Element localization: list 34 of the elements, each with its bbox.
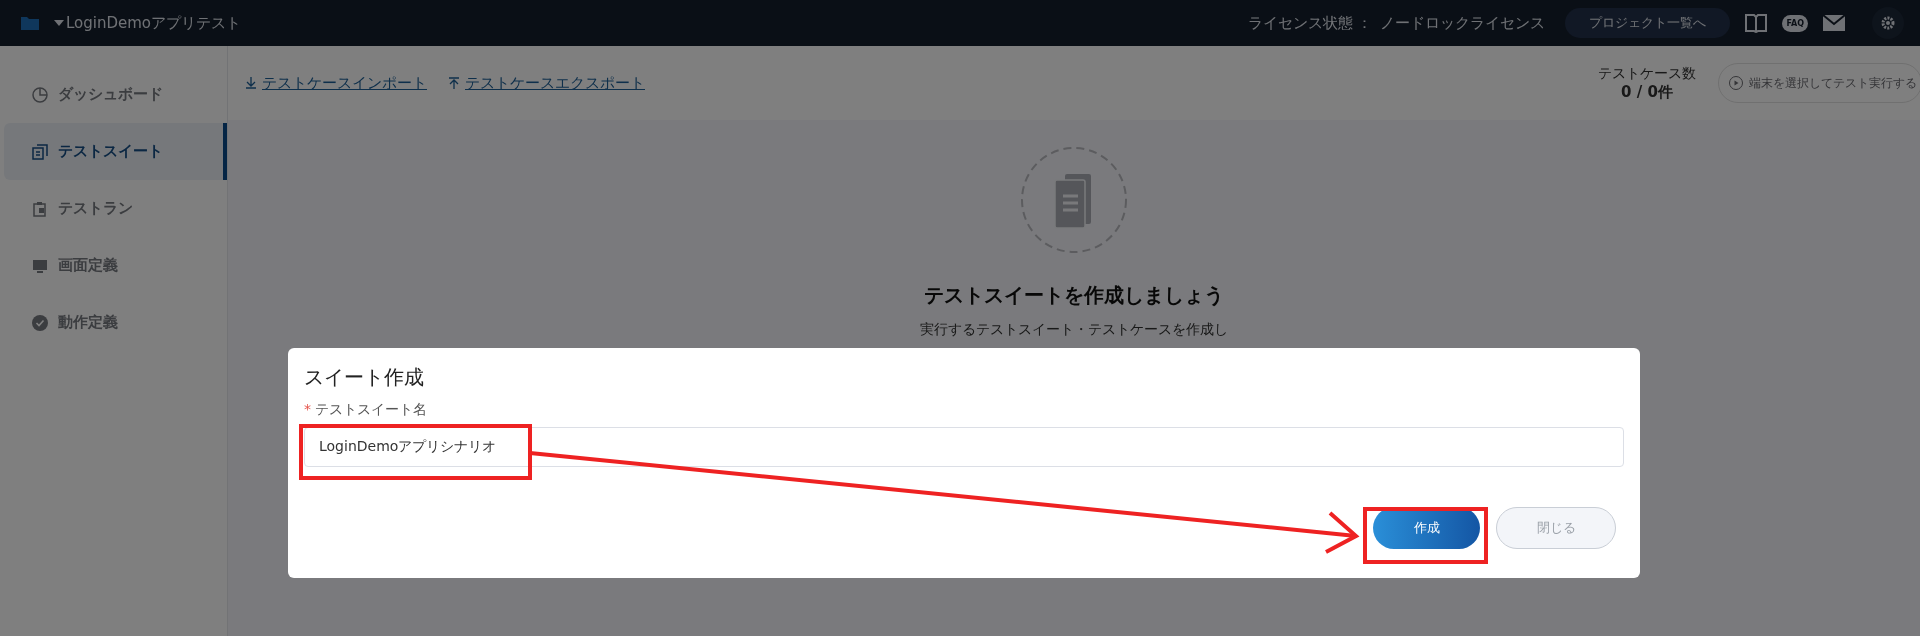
required-mark: *: [304, 401, 311, 419]
documents-icon: [32, 143, 48, 160]
empty-state-description: 実行するテストスイート・テストケースを作成し: [920, 321, 1228, 339]
export-link[interactable]: テストケースエクスポート: [449, 73, 645, 93]
test-case-count-label: テストケース数: [1598, 64, 1696, 83]
play-icon: [1729, 76, 1743, 90]
documents-icon: [1020, 146, 1128, 254]
folder-icon: [20, 15, 40, 31]
faq-button[interactable]: FAQ: [1782, 14, 1808, 32]
sidebar-item[interactable]: ダッシュボード: [4, 66, 227, 123]
test-case-count: 0 / 0件: [1621, 82, 1673, 102]
license-label: ライセンス状態 ：: [1247, 13, 1373, 33]
field-label: テストスイート名: [315, 401, 427, 419]
settings-icon[interactable]: [1872, 7, 1904, 39]
book-icon[interactable]: [1744, 13, 1769, 33]
sidebar-item[interactable]: 画面定義: [4, 237, 227, 294]
download-icon: [246, 77, 256, 89]
close-button[interactable]: 閉じる: [1496, 507, 1616, 549]
project-name[interactable]: LoginDemoアプリテスト: [66, 13, 242, 33]
sidebar-item[interactable]: テストラン: [4, 180, 227, 237]
upload-icon: [449, 77, 459, 89]
mail-icon[interactable]: [1822, 14, 1846, 32]
pie-chart-icon: [32, 86, 48, 103]
check-circle-icon: [32, 314, 48, 331]
sidebar-item[interactable]: 動作定義: [4, 294, 227, 351]
dialog-title: スイート作成: [304, 364, 425, 391]
license-status: ノードロックライセンス: [1380, 13, 1546, 33]
empty-state-heading: テストスイートを作成しましょう: [924, 282, 1224, 309]
caret-icon[interactable]: [54, 20, 64, 26]
sidebar-item[interactable]: テストスイート: [4, 123, 227, 180]
suite-name-field[interactable]: LoginDemoアプリシナリオ: [304, 427, 1624, 467]
monitor-icon: [32, 257, 48, 274]
clipboard-icon: [32, 200, 48, 217]
import-link[interactable]: テストケースインポート: [246, 73, 427, 93]
